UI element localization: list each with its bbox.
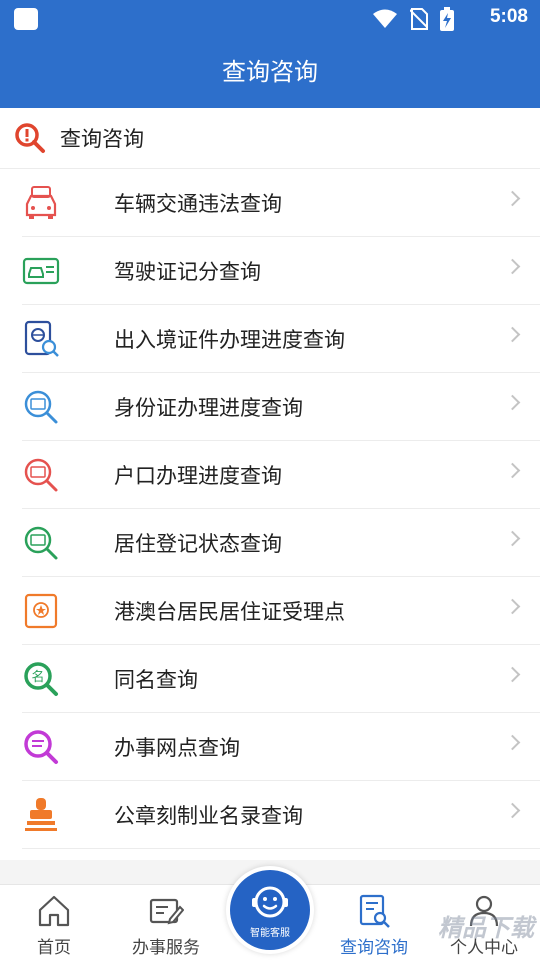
list-item-label: 公章刻制业名录查询 [114,803,303,828]
chevron-right-icon [504,190,521,207]
wifi-icon [373,9,397,28]
driver-license-icon [22,257,60,284]
list-item-service-outlet[interactable]: 办事网点查询 [22,713,540,781]
customer-service-label: 智能客服 [250,928,290,939]
tab-query[interactable]: 查询咨询 [320,885,428,961]
battery-charging-icon [440,7,454,31]
home-icon [38,895,70,927]
list-item-label: 港澳台居民居住证受理点 [114,599,345,624]
seal-stamp-icon [25,797,57,831]
household-search-icon [24,458,58,491]
list-item-car-violation[interactable]: 车辆交通违法查询 [22,169,540,237]
app-bar: 查询咨询 [0,36,540,108]
list-item-label: 驾驶证记分查询 [114,259,261,284]
chevron-right-icon [504,802,521,819]
tab-services[interactable]: 办事服务 [112,885,220,961]
list-item-label: 同名查询 [114,667,198,692]
query-document-icon [359,894,390,928]
chevron-right-icon [504,326,521,343]
list-item-label: 车辆交通违法查询 [114,191,282,216]
status-bar: 5:08 [0,0,540,36]
list-item-household[interactable]: 户口办理进度查询 [22,441,540,509]
tab-label: 办事服务 [132,938,200,958]
query-content: 查询咨询 车辆交通违法查询 驾驶证记分查询 出入境证件办理进度查询 身份证办理进… [0,108,540,860]
customer-service-button[interactable]: 智能客服 [226,866,314,954]
watermark: 精品下载 [438,914,534,942]
section-header: 查询咨询 [0,108,540,169]
list-item-same-name[interactable]: 名 同名查询 [22,645,540,713]
svg-text:名: 名 [31,669,44,685]
chevron-right-icon [504,462,521,479]
tab-label: 查询咨询 [340,938,408,958]
customer-service-icon [252,886,288,918]
chevron-right-icon [504,598,521,615]
list-item-driver-license[interactable]: 驾驶证记分查询 [22,237,540,305]
list-item-label: 户口办理进度查询 [114,463,282,488]
residence-search-icon [24,526,58,559]
list-item-passport[interactable]: 出入境证件办理进度查询 [22,305,540,373]
chevron-right-icon [504,394,521,411]
list-item-label: 身份证办理进度查询 [114,395,303,420]
residence-permit-icon [24,593,58,628]
notification-icon [14,8,38,30]
service-outlet-search-icon [24,729,58,764]
chevron-right-icon [504,734,521,751]
no-sim-icon [410,8,428,30]
list-item-label: 办事网点查询 [114,735,240,760]
chevron-right-icon [504,530,521,547]
service-edit-icon [149,898,184,925]
same-name-search-icon: 名 [24,661,58,696]
section-title: 查询咨询 [60,127,144,151]
list-item-label: 出入境证件办理进度查询 [114,327,345,352]
search-alert-icon [15,123,45,153]
list-item-residence-permit[interactable]: 港澳台居民居住证受理点 [22,577,540,645]
id-card-search-icon [24,390,58,423]
list-item-id-card[interactable]: 身份证办理进度查询 [22,373,540,441]
chevron-right-icon [504,666,521,683]
list-item-seal[interactable]: 公章刻制业名录查询 [22,781,540,849]
status-time: 5:08 [489,6,528,27]
tab-home[interactable]: 首页 [0,885,108,961]
passport-icon [24,320,59,357]
car-violation-icon [25,185,57,219]
list-item-label: 居住登记状态查询 [114,531,282,556]
chevron-right-icon [504,258,521,275]
page-title: 查询咨询 [222,58,318,86]
list-item-residence[interactable]: 居住登记状态查询 [22,509,540,577]
tab-label: 首页 [37,938,71,958]
